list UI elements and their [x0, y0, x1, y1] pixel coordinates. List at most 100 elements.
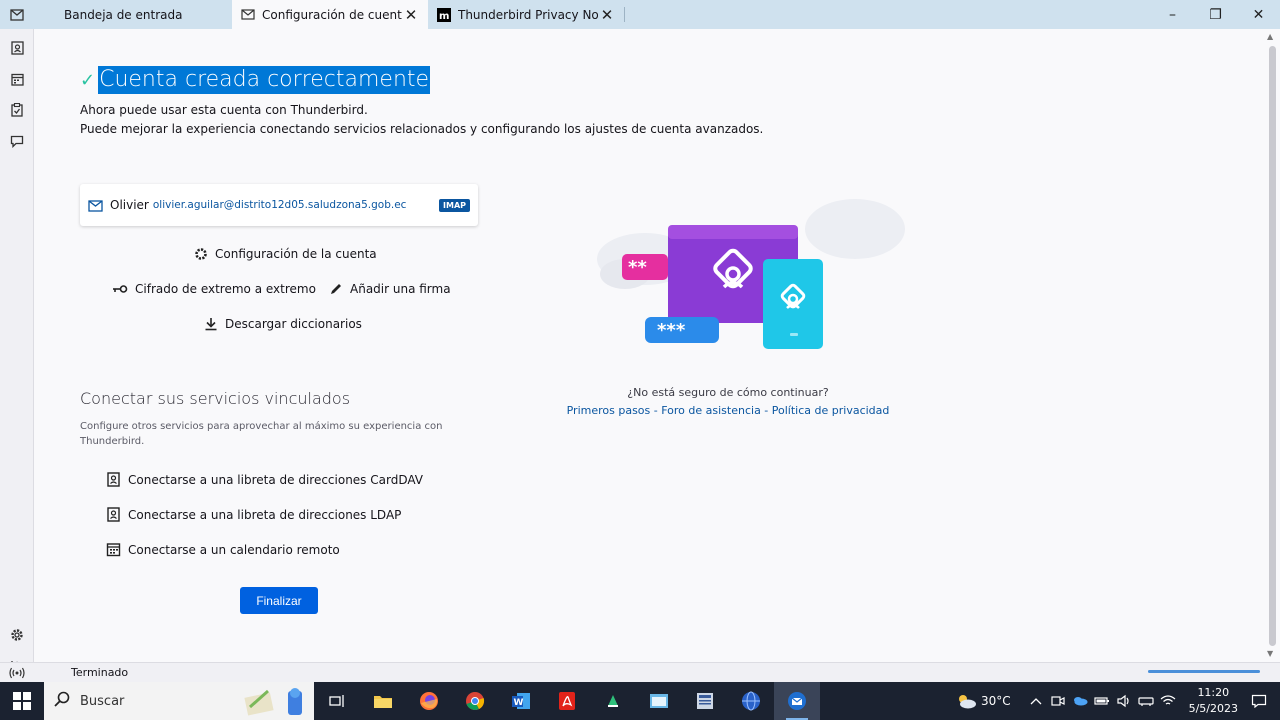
svg-text:m: m: [439, 11, 449, 22]
mail-envelope-icon: [240, 7, 256, 23]
gear-icon: [194, 247, 208, 261]
connect-calendar-label: Conectarse a un calendario remoto: [128, 542, 340, 557]
add-signature-label: Añadir una firma: [350, 282, 451, 296]
app-globe-icon[interactable]: [728, 682, 774, 720]
improve-message: Puede mejorar la experiencia conectando …: [80, 122, 764, 136]
add-signature-link[interactable]: Añadir una firma: [329, 282, 451, 296]
app-document-icon[interactable]: [682, 682, 728, 720]
success-message: Ahora puede usar esta cuenta con Thunder…: [80, 103, 368, 117]
help-question: ¿No está seguro de cómo continuar?: [627, 386, 829, 399]
account-settings-link[interactable]: Configuración de la cuenta: [194, 247, 377, 261]
file-explorer-icon[interactable]: [360, 682, 406, 720]
connect-carddav-label: Conectarse a una libreta de direcciones …: [128, 472, 424, 487]
mozilla-icon: m: [436, 7, 452, 23]
title-row: ✓ Cuenta creada correctamente: [80, 66, 431, 94]
address-book-icon[interactable]: [8, 39, 26, 57]
notifications-icon[interactable]: [1248, 682, 1270, 720]
vertical-scrollbar[interactable]: ▲ ▼: [1265, 29, 1280, 662]
address-book-icon: [106, 507, 121, 522]
account-name: Olivier: [110, 198, 149, 212]
scroll-down-icon[interactable]: ▼: [1267, 649, 1273, 658]
meet-icon[interactable]: [1047, 682, 1069, 720]
clock-date: 5/5/2023: [1188, 702, 1238, 715]
scrollbar-thumb[interactable]: [1269, 46, 1276, 646]
progress-fill: [1148, 670, 1260, 673]
calendar-icon[interactable]: [8, 70, 26, 88]
search-highlight-image: [242, 685, 308, 720]
account-setup-content: ✓ Cuenta creada correctamente Ahora pued…: [35, 29, 1265, 662]
tab-privacy-notice-label: Thunderbird Privacy Notice: [458, 7, 598, 22]
tab-inbox[interactable]: Bandeja de entrada: [34, 0, 232, 29]
tasks-icon[interactable]: [8, 101, 26, 119]
thunderbird-icon[interactable]: [774, 682, 820, 720]
close-window-button[interactable]: ✕: [1237, 0, 1280, 29]
firefox-icon[interactable]: [406, 682, 452, 720]
weather-temperature[interactable]: 30°C: [981, 694, 1011, 708]
svg-text:W: W: [514, 698, 524, 708]
wifi-icon[interactable]: [1157, 682, 1179, 720]
getting-started-link[interactable]: Primeros pasos: [567, 404, 651, 417]
clock[interactable]: 11:20 5/5/2023: [1189, 685, 1238, 717]
privacy-policy-link[interactable]: Política de privacidad: [772, 404, 890, 417]
pencil-icon: [329, 282, 343, 296]
word-icon[interactable]: W: [498, 682, 544, 720]
online-status-icon[interactable]: [0, 667, 34, 679]
search-label: Buscar: [80, 693, 125, 709]
account-email: olivier.aguilar@distrito12d05.saludzona5…: [152, 199, 407, 211]
tab-privacy-notice[interactable]: m Thunderbird Privacy Notice ✕: [428, 0, 624, 29]
support-forum-link[interactable]: Foro de asistencia: [661, 404, 761, 417]
status-text: Terminado: [71, 666, 129, 679]
linked-services-desc: Configure otros servicios para aprovecha…: [80, 421, 443, 447]
app-window-icon[interactable]: [636, 682, 682, 720]
close-icon[interactable]: ✕: [598, 6, 616, 24]
onedrive-icon[interactable]: [1069, 682, 1091, 720]
weather-cloud-icon[interactable]: [955, 682, 977, 720]
calendar-icon: [106, 542, 121, 557]
account-type-badge: IMAP: [439, 198, 470, 212]
volume-icon[interactable]: [1113, 682, 1135, 720]
connect-ldap-link[interactable]: Conectarse a una libreta de direcciones …: [106, 507, 401, 522]
chevron-up-icon[interactable]: [1025, 682, 1047, 720]
account-card[interactable]: Olivier olivier.aguilar@distrito12d05.sa…: [80, 184, 478, 226]
start-button[interactable]: [0, 682, 44, 720]
task-view-icon[interactable]: [314, 682, 360, 720]
restore-button[interactable]: ❐: [1194, 0, 1237, 29]
chat-icon[interactable]: [8, 132, 26, 150]
acrobat-icon[interactable]: [544, 682, 590, 720]
link-separator: -: [650, 404, 662, 417]
connect-carddav-link[interactable]: Conectarse a una libreta de direcciones …: [106, 472, 423, 487]
tab-account-settings[interactable]: Configuración de cuenta ✕: [232, 0, 428, 29]
checkmark-icon: ✓: [80, 69, 96, 91]
battery-icon[interactable]: [1091, 682, 1113, 720]
download-dictionaries-link[interactable]: Descargar diccionarios: [204, 317, 362, 331]
e2e-encryption-label: Cifrado de extremo a extremo: [135, 282, 316, 296]
connect-ldap-label: Conectarse a una libreta de direcciones …: [128, 507, 402, 522]
chrome-icon[interactable]: [452, 682, 498, 720]
window-controls: – ❐ ✕: [1151, 0, 1280, 29]
page-title: Cuenta creada correctamente: [98, 66, 431, 94]
network-icon[interactable]: [1135, 682, 1157, 720]
minimize-button[interactable]: –: [1151, 0, 1194, 29]
account-illustration: ** ***: [597, 199, 905, 349]
connect-calendar-link[interactable]: Conectarse a un calendario remoto: [106, 542, 340, 557]
key-icon: [112, 282, 128, 296]
tab-inbox-label: Bandeja de entrada: [64, 7, 183, 22]
mail-icon[interactable]: [8, 7, 26, 25]
spaces-toolbar: [0, 29, 34, 682]
taskbar-search[interactable]: Buscar: [44, 682, 314, 720]
download-icon: [204, 317, 218, 331]
tab-separator: [624, 7, 625, 22]
settings-icon[interactable]: [8, 626, 26, 644]
address-book-icon: [106, 472, 121, 487]
system-tray: 30°C 11:20 5/5/2023: [955, 682, 1280, 720]
app-green-icon[interactable]: [590, 682, 636, 720]
finish-button[interactable]: Finalizar: [240, 587, 318, 614]
account-mail-icon: [88, 198, 104, 212]
close-icon[interactable]: ✕: [402, 6, 420, 24]
account-settings-label: Configuración de la cuenta: [215, 247, 377, 261]
scroll-up-icon[interactable]: ▲: [1267, 32, 1273, 41]
svg-text:***: ***: [657, 320, 686, 341]
tab-account-settings-label: Configuración de cuenta: [262, 7, 402, 22]
linked-services-title: Conectar sus servicios vinculados: [80, 389, 351, 408]
e2e-encryption-link[interactable]: Cifrado de extremo a extremo: [112, 282, 316, 296]
